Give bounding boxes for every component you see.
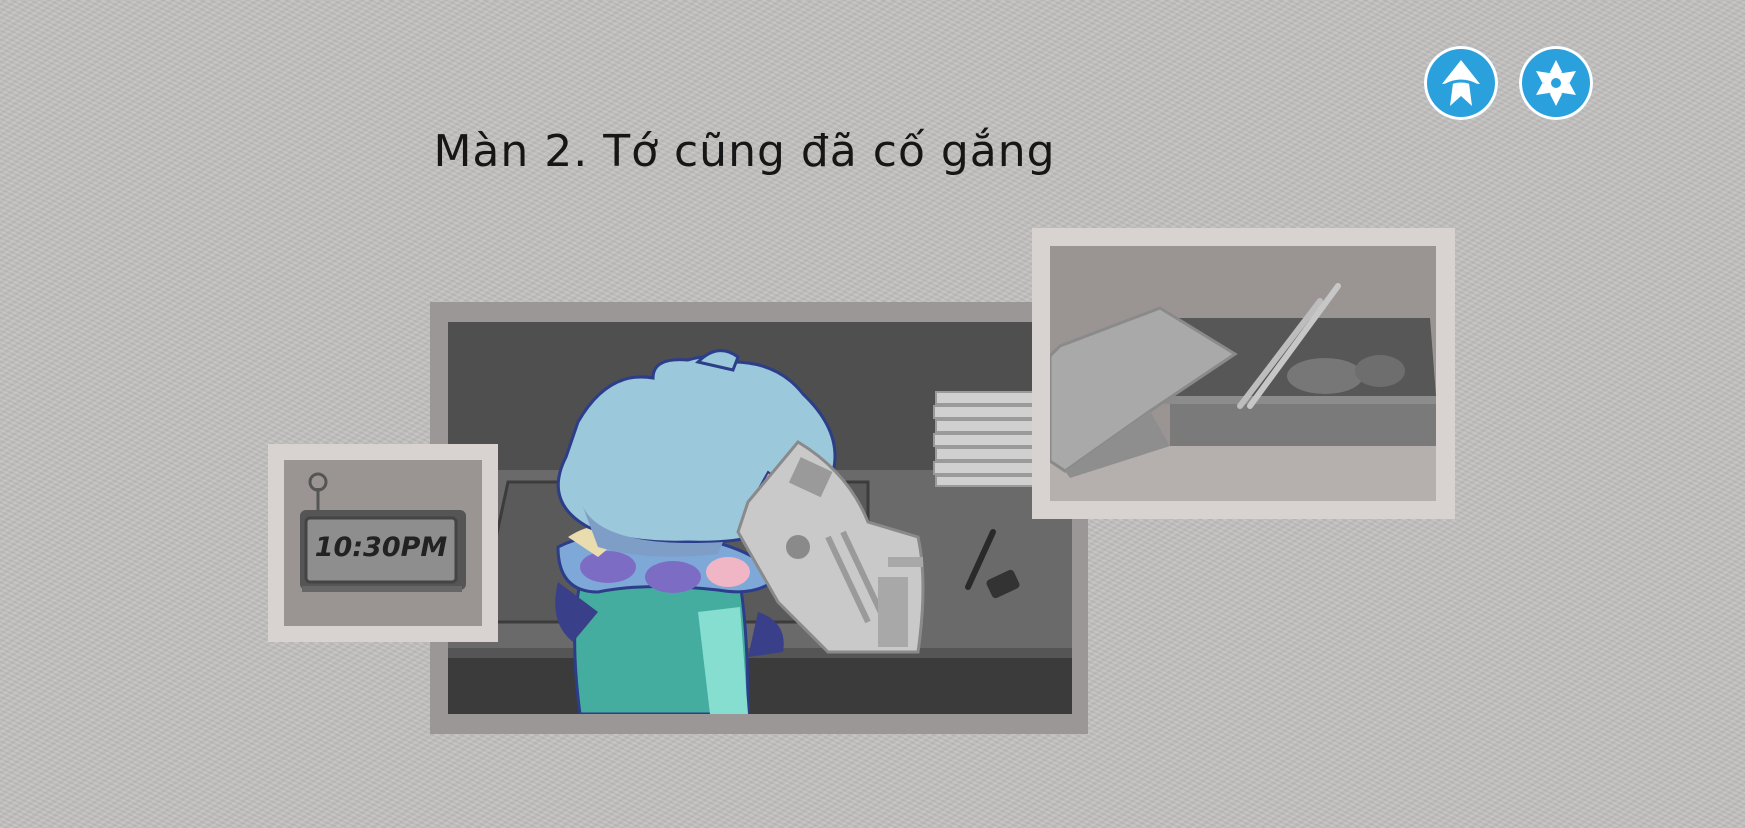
scene-clock-frame: 10:30PM <box>268 444 498 642</box>
level-title: Màn 2. Tớ cũng đã cố gắng <box>0 126 1745 177</box>
scene-main-frame <box>430 302 1088 734</box>
level-title-text: Màn 2. Tớ cũng đã cố gắng <box>433 126 1056 177</box>
clock-display-text: 10:30PM <box>314 532 448 563</box>
home-button[interactable] <box>1424 46 1498 120</box>
home-icon <box>1442 60 1480 106</box>
scene-lunchbox-illustration <box>1050 246 1436 501</box>
scene-main-illustration <box>448 322 1072 714</box>
gear-icon <box>1536 60 1576 106</box>
scene-lunchbox-frame <box>1032 228 1455 519</box>
settings-button[interactable] <box>1519 46 1593 120</box>
scene-clock-illustration: 10:30PM <box>284 460 482 626</box>
